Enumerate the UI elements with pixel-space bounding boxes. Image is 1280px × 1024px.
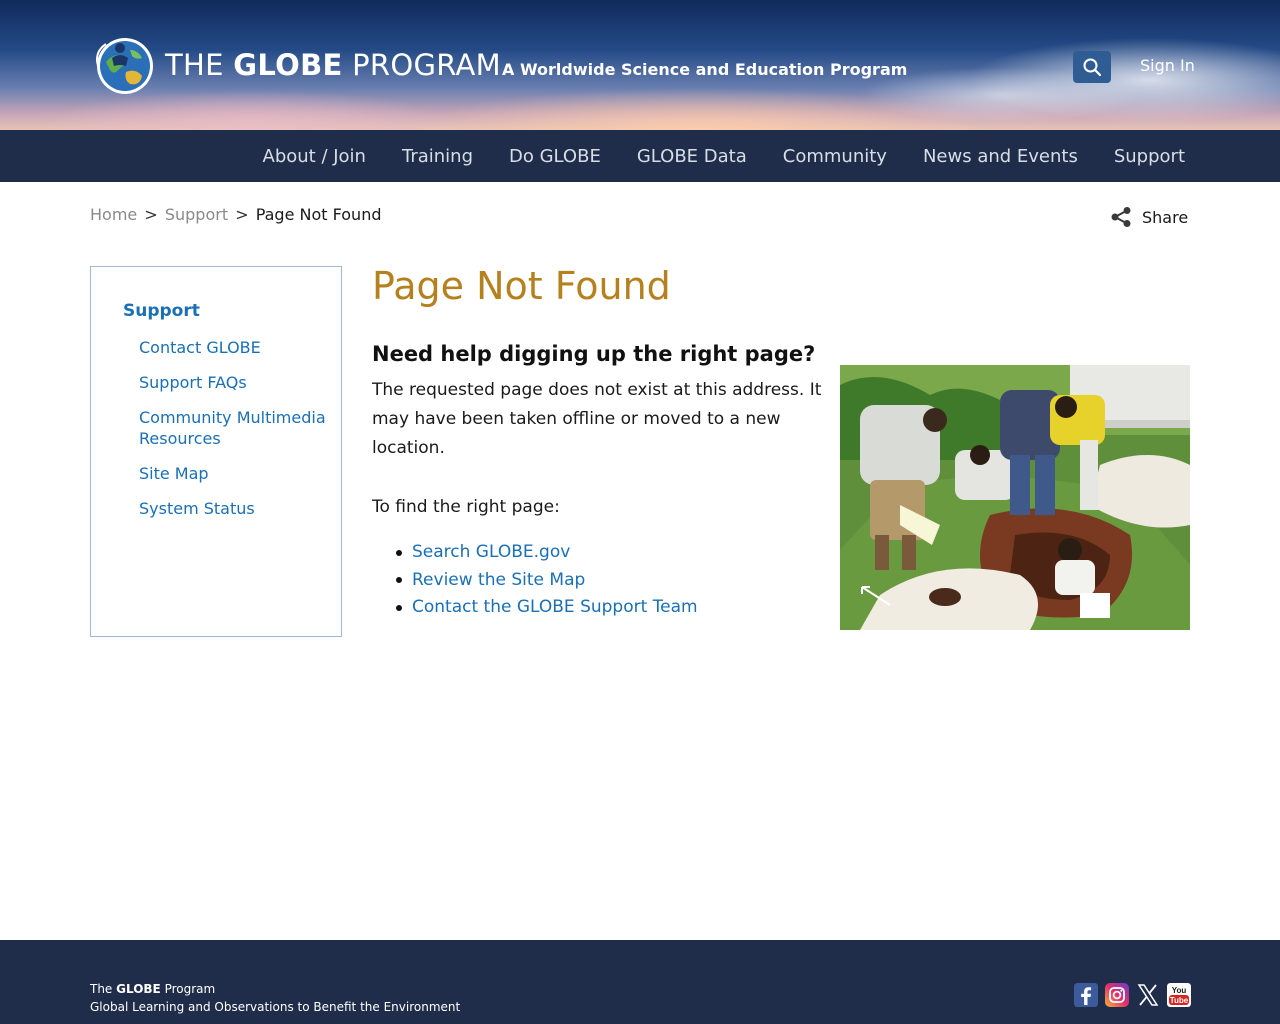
sidebar-item-system-status[interactable]: System Status — [139, 498, 329, 519]
x-icon[interactable] — [1136, 983, 1160, 1007]
svg-text:Tube: Tube — [1170, 996, 1189, 1005]
share-icon — [1111, 207, 1131, 227]
sidebar-list: Contact GLOBE Support FAQs Community Mul… — [139, 337, 329, 533]
sidebar-item-contact-globe[interactable]: Contact GLOBE — [139, 337, 329, 358]
brand-prefix: THE — [165, 48, 234, 82]
site-map-link[interactable]: Review the Site Map — [396, 567, 698, 595]
students-digging-photo — [840, 365, 1190, 630]
breadcrumb-separator: > — [235, 205, 249, 224]
search-globe-label: Search GLOBE.gov — [412, 542, 571, 562]
nav-items: About / Join Training Do GLOBE GLOBE Dat… — [245, 130, 1204, 182]
breadcrumb-current: Page Not Found — [255, 205, 382, 224]
social-links: You Tube — [1074, 983, 1191, 1007]
nav-item-support[interactable]: Support — [1096, 146, 1203, 167]
footer-description: Global Learning and Observations to Bene… — [90, 1000, 461, 1014]
tagline: A Worldwide Science and Education Progra… — [502, 60, 908, 79]
support-sidebar: Support Contact GLOBE Support FAQs Commu… — [90, 266, 342, 637]
nav-item-training[interactable]: Training — [384, 146, 491, 167]
breadcrumb: Home > Support > Page Not Found — [90, 205, 381, 224]
facebook-icon[interactable] — [1074, 983, 1098, 1007]
brand-suffix: PROGRAM — [342, 48, 501, 82]
help-links-list: Search GLOBE.gov Review the Site Map Con… — [396, 539, 698, 622]
search-globe-link[interactable]: Search GLOBE.gov — [396, 539, 698, 567]
brand-bold: GLOBE — [233, 48, 343, 82]
sidebar-item-support-faqs[interactable]: Support FAQs — [139, 372, 329, 393]
find-page-text: To find the right page: — [372, 497, 560, 517]
sidebar-item-community-multimedia[interactable]: Community Multimedia Resources — [139, 407, 329, 449]
footer-program-name: The GLOBE Program — [90, 982, 215, 996]
main-nav: About / Join Training Do GLOBE GLOBE Dat… — [0, 130, 1280, 182]
bullet — [396, 577, 402, 584]
nav-item-globe-data[interactable]: GLOBE Data — [619, 146, 765, 167]
breadcrumb-support[interactable]: Support — [165, 205, 228, 224]
page-title: Page Not Found — [372, 264, 671, 308]
share-button[interactable]: Share — [1110, 206, 1188, 228]
site-map-label: Review the Site Map — [412, 569, 586, 590]
search-button[interactable] — [1073, 51, 1111, 83]
sidebar-item-site-map[interactable]: Site Map — [139, 463, 329, 484]
nav-item-do-globe[interactable]: Do GLOBE — [491, 146, 619, 167]
share-label: Share — [1142, 207, 1189, 227]
search-icon — [1083, 58, 1102, 77]
site-footer: The GLOBE Program Global Learning and Ob… — [0, 940, 1280, 1024]
nav-item-news-events[interactable]: News and Events — [905, 146, 1096, 167]
footer-name-bold: GLOBE — [116, 982, 161, 996]
svg-text:You: You — [1172, 986, 1187, 995]
footer-name-prefix: The — [90, 982, 117, 996]
breadcrumb-home[interactable]: Home — [90, 205, 137, 224]
bullet — [396, 604, 402, 611]
globe-logo-icon[interactable] — [92, 36, 158, 94]
instagram-icon[interactable] — [1105, 983, 1129, 1007]
sign-in-link[interactable]: Sign In — [1140, 56, 1195, 75]
nav-item-about-join[interactable]: About / Join — [245, 146, 384, 167]
site-header: THE GLOBE PROGRAM A Worldwide Science an… — [0, 0, 1280, 130]
brand-name[interactable]: THE GLOBE PROGRAM — [165, 48, 501, 82]
breadcrumb-separator: > — [144, 205, 158, 224]
error-description: The requested page does not exist at thi… — [372, 380, 822, 458]
contact-support-label: Contact the GLOBE Support Team — [412, 597, 698, 617]
sidebar-title[interactable]: Support — [123, 301, 200, 321]
bullet — [396, 549, 402, 556]
footer-name-suffix: Program — [160, 982, 216, 996]
youtube-icon[interactable]: You Tube — [1167, 983, 1191, 1007]
contact-support-link[interactable]: Contact the GLOBE Support Team — [396, 594, 698, 622]
nav-item-community[interactable]: Community — [765, 146, 905, 167]
help-heading: Need help digging up the right page? — [372, 342, 816, 366]
